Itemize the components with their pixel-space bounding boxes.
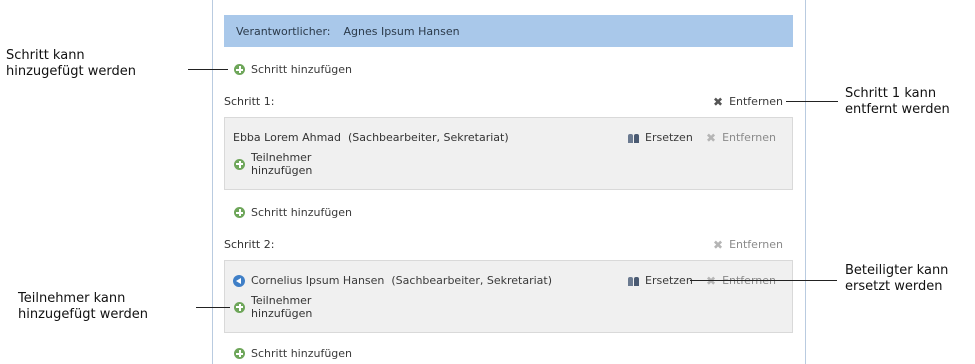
x-icon: ✖ (713, 94, 724, 109)
add-participant-line1: Teilnehmer (251, 294, 312, 307)
plus-circle-icon (234, 348, 245, 359)
plus-circle-icon (234, 158, 245, 170)
participant-name: Ebba Lorem Ahmad (233, 131, 342, 144)
step-2-title: Schritt 2: (224, 238, 275, 251)
add-step-label: Schritt hinzufügen (251, 206, 353, 219)
replace-label: Ersetzen (645, 131, 693, 144)
add-step-button-middle[interactable]: Schritt hinzufügen (234, 206, 352, 219)
step-2-remove-button[interactable]: ✖ Entfernen (713, 238, 783, 251)
annotation-step-add: Schritt kann hinzugefügt werden (6, 48, 136, 79)
plus-circle-icon (234, 64, 245, 75)
step-1-add-participant-button[interactable]: Teilnehmer hinzufügen (234, 151, 312, 177)
remove-label: Entfernen (722, 131, 776, 144)
add-step-button-bottom[interactable]: Schritt hinzufügen (234, 347, 352, 360)
add-participant-line1: Teilnehmer (251, 151, 312, 164)
step-1-title: Schritt 1: (224, 95, 275, 108)
add-step-label: Schritt hinzufügen (251, 347, 353, 360)
annotation-step-remove-line (786, 101, 838, 102)
add-step-label: Schritt hinzufügen (251, 63, 353, 76)
step-1-participant-remove-button[interactable]: ✖ Entfernen (706, 131, 776, 144)
add-participant-line2: hinzufügen (251, 164, 313, 177)
add-participant-line2: hinzufügen (251, 307, 313, 320)
plus-circle-icon (234, 301, 245, 313)
participant-name: Cornelius Ipsum Hansen (251, 274, 385, 287)
responsible-value: Agnes Ipsum Hansen (343, 24, 460, 38)
x-icon: ✖ (713, 237, 724, 252)
step-2-replace-button[interactable]: Ersetzen (628, 274, 693, 287)
participant-role: (Sachbearbeiter, Sekretariat) (348, 131, 509, 144)
annotation-replace-line (690, 280, 837, 281)
annotation-step-remove: Schritt 1 kann entfernt werden (845, 86, 950, 117)
step-1-participant: Ebba Lorem Ahmad (Sachbearbeiter, Sekret… (233, 131, 509, 144)
annotation-step-add-line (188, 69, 228, 70)
responsible-bar: Verantwortlicher: Agnes Ipsum Hansen (224, 15, 793, 47)
remove-label: Entfernen (729, 238, 783, 251)
annotation-participant-add: Teilnehmer kann hinzugefügt werden (18, 291, 148, 322)
plus-circle-icon (234, 207, 245, 218)
step-1-replace-button[interactable]: Ersetzen (628, 131, 693, 144)
step-2-add-participant-button[interactable]: Teilnehmer hinzufügen (234, 294, 312, 320)
arrow-left-circle-icon[interactable] (233, 274, 245, 287)
people-icon (628, 132, 639, 143)
responsible-label: Verantwortlicher: (236, 24, 331, 38)
people-icon (628, 275, 639, 286)
add-step-button-top[interactable]: Schritt hinzufügen (234, 63, 352, 76)
annotation-replace: Beteiligter kann ersetzt werden (845, 263, 949, 294)
x-icon: ✖ (706, 130, 717, 145)
replace-label: Ersetzen (645, 274, 693, 287)
participant-role: (Sachbearbeiter, Sekretariat) (391, 274, 552, 287)
step-1-remove-button[interactable]: ✖ Entfernen (713, 95, 783, 108)
step-2-participant: Cornelius Ipsum Hansen (Sachbearbeiter, … (233, 274, 552, 287)
remove-label: Entfernen (729, 95, 783, 108)
annotation-participant-add-line (196, 307, 230, 308)
